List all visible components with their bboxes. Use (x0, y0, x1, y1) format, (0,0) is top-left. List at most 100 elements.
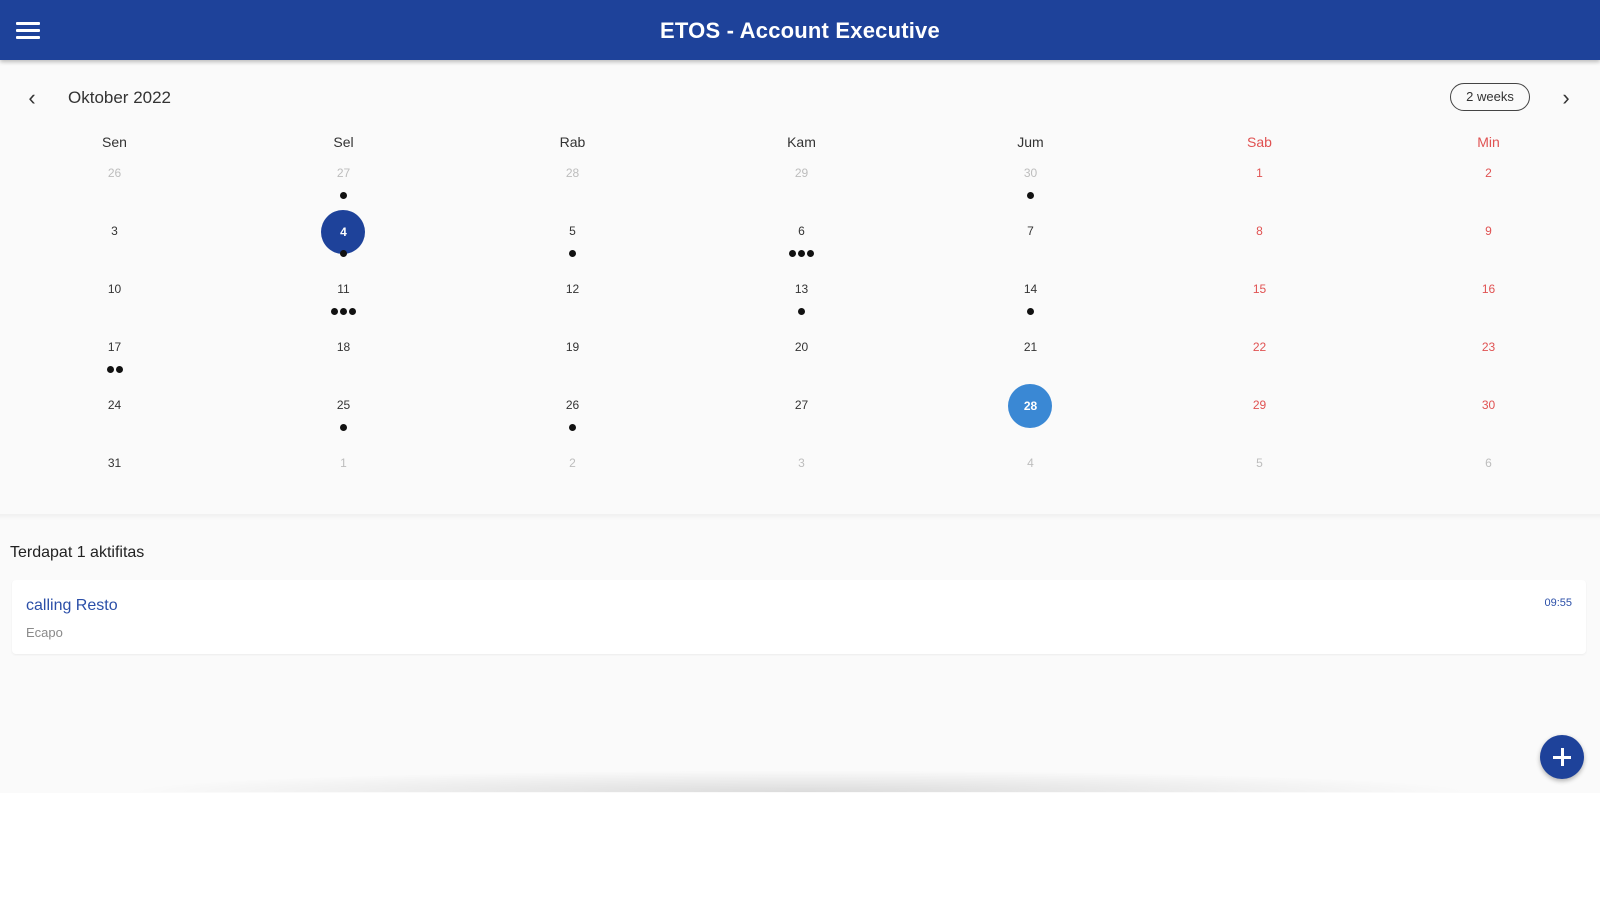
app-screen: ETOS - Account Executive ‹ Oktober 2022 … (0, 0, 1600, 793)
app-title: ETOS - Account Executive (660, 18, 940, 43)
add-activity-button[interactable] (1540, 735, 1584, 779)
calendar-day[interactable]: 14 (916, 271, 1145, 329)
bottom-shadow (120, 770, 1480, 792)
event-marker-dot (340, 424, 347, 431)
calendar-day[interactable]: 3 (687, 445, 916, 503)
day-number: 29 (794, 166, 809, 180)
calendar-day-today[interactable]: 28 (916, 384, 1145, 445)
day-number: 17 (107, 340, 122, 354)
event-marker-dot (349, 308, 356, 315)
calendar-day[interactable]: 2 (1374, 155, 1600, 213)
calendar-day[interactable]: 21 (916, 329, 1145, 387)
calendar-day[interactable]: 30 (1374, 387, 1600, 445)
calendar-day[interactable]: 30 (916, 155, 1145, 213)
calendar-day[interactable]: 31 (0, 445, 229, 503)
calendar-day[interactable]: 17 (0, 329, 229, 387)
day-number: 9 (1485, 224, 1492, 238)
calendar-day[interactable]: 29 (1145, 387, 1374, 445)
calendar-day[interactable]: 12 (458, 271, 687, 329)
event-markers (229, 424, 458, 432)
event-marker-dot (1027, 308, 1034, 315)
day-number: 6 (798, 224, 805, 238)
calendar-day[interactable]: 18 (229, 329, 458, 387)
calendar-day[interactable]: 5 (458, 213, 687, 271)
hamburger-menu-icon[interactable] (14, 18, 42, 42)
day-number: 6 (1485, 456, 1492, 470)
calendar-day[interactable]: 2 (458, 445, 687, 503)
calendar-day[interactable]: 13 (687, 271, 916, 329)
weekday-label: Sel (333, 134, 354, 150)
calendar-day[interactable]: 29 (687, 155, 916, 213)
weekday-label: Sab (1247, 134, 1272, 150)
day-number: 2 (1485, 166, 1492, 180)
day-number: 12 (565, 282, 580, 296)
event-title: calling Resto (26, 597, 118, 614)
event-markers (229, 250, 458, 258)
month-label: Oktober 2022 (68, 88, 172, 107)
calendar-day[interactable]: 1 (229, 445, 458, 503)
day-number: 2 (569, 456, 576, 470)
event-markers (687, 250, 916, 258)
calendar-day[interactable]: 5 (1145, 445, 1374, 503)
day-number: 26 (565, 398, 580, 412)
event-marker-dot (331, 308, 338, 315)
calendar-day[interactable]: 1 (1145, 155, 1374, 213)
weekday-label: Rab (559, 134, 586, 150)
weekday-label: Jum (1017, 134, 1044, 150)
calendar-day[interactable]: 25 (229, 387, 458, 445)
calendar-day[interactable]: 7 (916, 213, 1145, 271)
divider (0, 514, 1600, 520)
calendar-day[interactable]: 16 (1374, 271, 1600, 329)
calendar-day[interactable]: 9 (1374, 213, 1600, 271)
day-number: 3 (798, 456, 805, 470)
chevron-right-icon[interactable]: › (1548, 78, 1584, 118)
day-number: 28 (565, 166, 580, 180)
day-number: 4 (1027, 456, 1034, 470)
calendar-day[interactable]: 26 (0, 155, 229, 213)
day-number: 23 (1481, 340, 1496, 354)
calendar-day[interactable]: 24 (0, 387, 229, 445)
calendar-day[interactable]: 19 (458, 329, 687, 387)
calendar-day[interactable]: 15 (1145, 271, 1374, 329)
day-number: 15 (1252, 282, 1267, 296)
calendar-day[interactable]: 11 (229, 271, 458, 329)
calendar-day[interactable]: 27 (687, 387, 916, 445)
event-subtitle: Ecapo (26, 625, 63, 640)
day-number: 4 (340, 225, 347, 239)
calendar-day-selected[interactable]: 4 (229, 210, 458, 271)
event-marker-dot (789, 250, 796, 257)
calendar-day[interactable]: 4 (916, 445, 1145, 503)
day-number: 21 (1023, 340, 1038, 354)
day-number: 11 (337, 282, 350, 296)
calendar-day[interactable]: 10 (0, 271, 229, 329)
calendar-day[interactable]: 6 (687, 213, 916, 271)
day-number: 5 (569, 224, 576, 238)
event-marker-dot (798, 250, 805, 257)
calendar-format-button[interactable]: 2 weeks (1450, 83, 1530, 111)
calendar-day[interactable]: 27 (229, 155, 458, 213)
event-card[interactable]: calling Resto Ecapo 09:55 (12, 580, 1586, 654)
event-marker-dot (798, 308, 805, 315)
day-number: 18 (336, 340, 351, 354)
chevron-left-icon[interactable]: ‹ (14, 78, 50, 118)
calendar-day[interactable]: 23 (1374, 329, 1600, 387)
calendar-grid: 26 27 28 29 30 1 2 3 4 5 6 7 8 9 10 11 12 13 14 15 16 17 18 19 2… (0, 155, 1600, 503)
day-number: 29 (1252, 398, 1267, 412)
day-number: 13 (794, 282, 809, 296)
event-marker-dot (1027, 192, 1034, 199)
calendar-day[interactable]: 22 (1145, 329, 1374, 387)
day-number: 19 (565, 340, 580, 354)
calendar-day[interactable]: 8 (1145, 213, 1374, 271)
day-number: 1 (340, 456, 347, 470)
calendar-day[interactable]: 26 (458, 387, 687, 445)
event-marker-dot (340, 308, 347, 315)
weekday-label: Kam (787, 134, 816, 150)
event-count-label: Terdapat 1 aktifitas (10, 544, 145, 561)
day-number: 30 (1481, 398, 1496, 412)
calendar-day[interactable]: 28 (458, 155, 687, 213)
calendar-day[interactable]: 3 (0, 213, 229, 271)
calendar-day[interactable]: 20 (687, 329, 916, 387)
day-number: 10 (107, 282, 122, 296)
calendar-day[interactable]: 6 (1374, 445, 1600, 503)
event-markers (458, 250, 687, 258)
